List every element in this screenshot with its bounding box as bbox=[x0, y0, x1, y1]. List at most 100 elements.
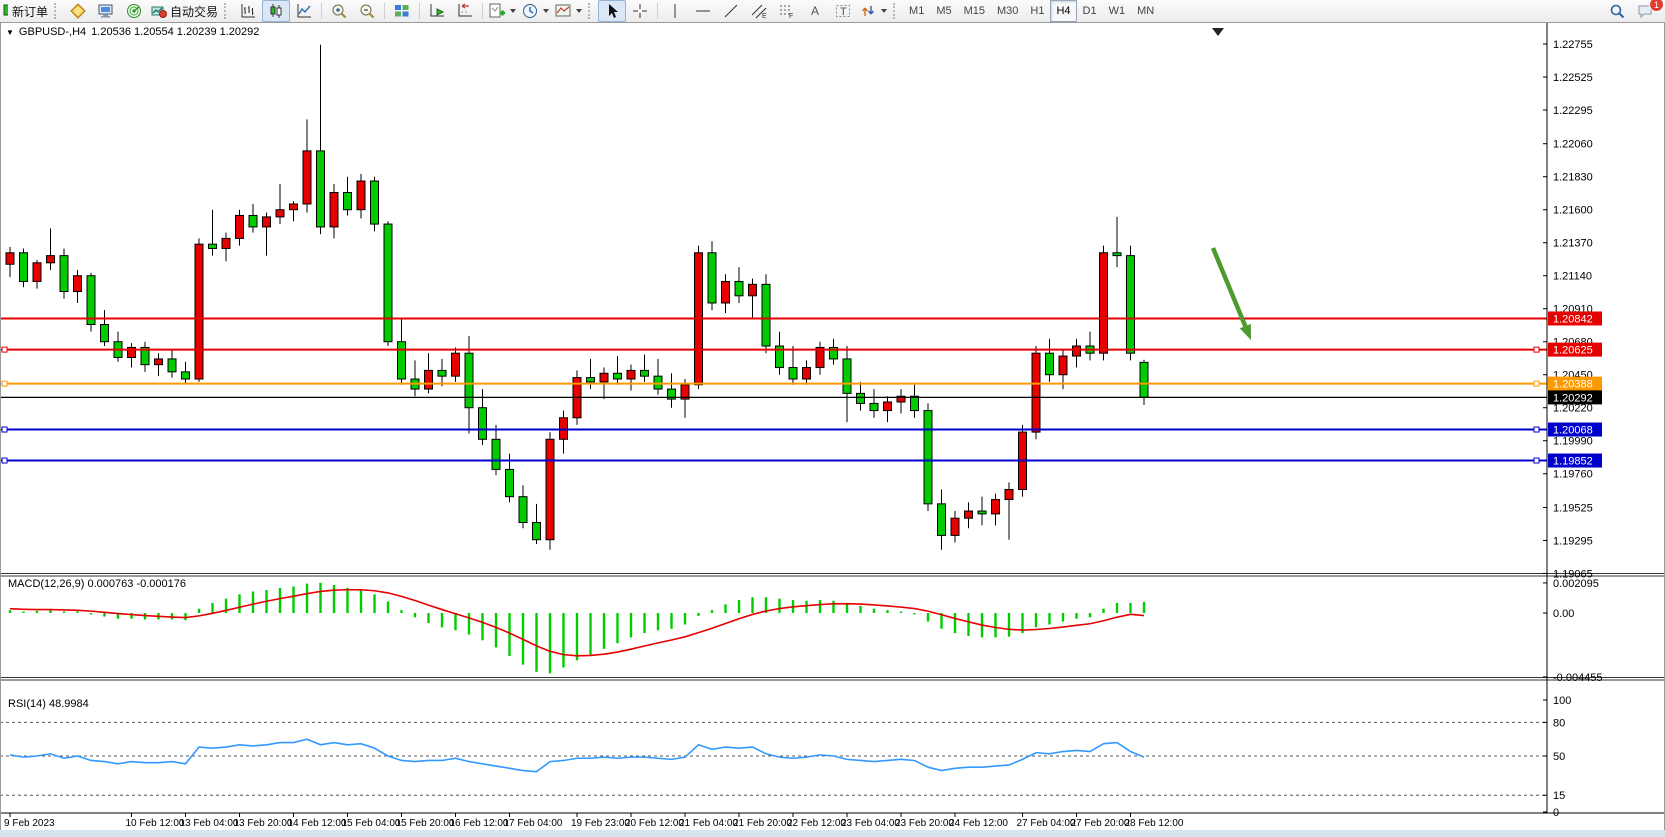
terminal-icon bbox=[98, 3, 114, 19]
autotrading-label: 自动交易 bbox=[170, 3, 218, 20]
chart-title-ohlc: 1.20536 1.20554 1.20239 1.20292 bbox=[91, 26, 259, 38]
cursor-button[interactable] bbox=[598, 0, 626, 22]
svg-text:23 Feb 04:00: 23 Feb 04:00 bbox=[841, 818, 900, 829]
search-button[interactable] bbox=[1603, 0, 1631, 22]
candlestick-icon bbox=[268, 3, 284, 19]
metaeditor-icon bbox=[70, 3, 86, 19]
vertical-line-icon bbox=[667, 3, 683, 19]
timeframe-D1[interactable]: D1 bbox=[1077, 0, 1103, 22]
svg-text:27 Feb 04:00: 27 Feb 04:00 bbox=[1017, 818, 1076, 829]
svg-text:80: 80 bbox=[1553, 717, 1565, 729]
mt4-window: { "toolbar": { "new_order_label": "新订单",… bbox=[0, 0, 1665, 837]
chart-title[interactable]: ▼ GBPUSD-,H4 1.20536 1.20554 1.20239 1.2… bbox=[6, 26, 259, 38]
auto-scroll-icon bbox=[429, 3, 445, 19]
toolbar-grip bbox=[588, 3, 595, 19]
zoom-out-button[interactable] bbox=[353, 0, 381, 22]
autotrading-icon bbox=[151, 3, 167, 19]
toolbar-separator bbox=[321, 3, 322, 19]
svg-text:0: 0 bbox=[1553, 807, 1559, 819]
tile-windows-button[interactable] bbox=[388, 0, 416, 22]
equidistant-channel-button[interactable]: E bbox=[745, 0, 773, 22]
svg-text:1.20388: 1.20388 bbox=[1553, 379, 1593, 391]
svg-text:24 Feb 12:00: 24 Feb 12:00 bbox=[949, 818, 1008, 829]
arrows-button[interactable] bbox=[857, 0, 890, 22]
chart-shift-button[interactable] bbox=[451, 0, 479, 22]
strategy-tester-button[interactable] bbox=[120, 0, 148, 22]
toolbar-separator bbox=[419, 3, 420, 19]
svg-text:1.20220: 1.20220 bbox=[1553, 403, 1593, 415]
svg-text:21 Feb 20:00: 21 Feb 20:00 bbox=[733, 818, 792, 829]
line-chart-icon bbox=[296, 3, 312, 19]
zoom-in-button[interactable] bbox=[325, 0, 353, 22]
svg-text:0.002095: 0.002095 bbox=[1553, 578, 1599, 590]
svg-text:1.19990: 1.19990 bbox=[1553, 436, 1593, 448]
svg-text:A: A bbox=[811, 4, 819, 18]
periods-button[interactable] bbox=[519, 0, 552, 22]
fibonacci-button[interactable]: F bbox=[773, 0, 801, 22]
text-label-button[interactable]: T bbox=[829, 0, 857, 22]
text-label-icon: T bbox=[835, 3, 851, 19]
svg-text:1.22525: 1.22525 bbox=[1553, 72, 1593, 84]
chart-menu-icon[interactable]: ▼ bbox=[6, 28, 14, 37]
crosshair-button[interactable] bbox=[626, 0, 654, 22]
timeframe-M5[interactable]: M5 bbox=[930, 0, 957, 22]
svg-text:23 Feb 20:00: 23 Feb 20:00 bbox=[895, 818, 954, 829]
timeframe-W1[interactable]: W1 bbox=[1103, 0, 1132, 22]
svg-text:21 Feb 04:00: 21 Feb 04:00 bbox=[679, 818, 738, 829]
timeframe-H1[interactable]: H1 bbox=[1024, 0, 1050, 22]
dropdown-caret bbox=[543, 9, 549, 13]
toolbar-separator bbox=[657, 3, 658, 19]
svg-text:1.19295: 1.19295 bbox=[1553, 535, 1593, 547]
chart-shift-icon bbox=[457, 3, 473, 19]
search-icon bbox=[1609, 3, 1625, 19]
timeframe-M30[interactable]: M30 bbox=[991, 0, 1024, 22]
svg-text:1.22060: 1.22060 bbox=[1553, 139, 1593, 151]
notification-badge: 1 bbox=[1649, 0, 1664, 12]
new-order-icon bbox=[0, 2, 8, 20]
timeframe-M1[interactable]: M1 bbox=[903, 0, 930, 22]
templates-icon bbox=[555, 3, 571, 19]
timeframe-H4[interactable]: H4 bbox=[1050, 0, 1076, 22]
timeframe-M15[interactable]: M15 bbox=[958, 0, 991, 22]
new-order-button[interactable]: 新订单 bbox=[9, 0, 51, 22]
svg-text:F: F bbox=[789, 13, 793, 19]
candlestick-type-button[interactable] bbox=[262, 0, 290, 22]
metaeditor-button[interactable] bbox=[64, 0, 92, 22]
strategy-tester-icon bbox=[126, 3, 142, 19]
trendline-button[interactable] bbox=[717, 0, 745, 22]
svg-text:1.22755: 1.22755 bbox=[1553, 39, 1593, 51]
dropdown-caret bbox=[881, 9, 887, 13]
line-chart-type-button[interactable] bbox=[290, 0, 318, 22]
toolbar-separator bbox=[384, 3, 385, 19]
terminal-button[interactable] bbox=[92, 0, 120, 22]
text-icon: A bbox=[807, 3, 823, 19]
autotrading-button[interactable]: 自动交易 bbox=[148, 0, 221, 22]
indicators-button[interactable] bbox=[486, 0, 519, 22]
svg-text:27 Feb 20:00: 27 Feb 20:00 bbox=[1071, 818, 1130, 829]
new-order-label: 新订单 bbox=[12, 3, 48, 20]
text-button[interactable]: A bbox=[801, 0, 829, 22]
arrows-icon bbox=[860, 3, 876, 19]
bar-chart-type-button[interactable] bbox=[234, 0, 262, 22]
svg-text:17 Feb 04:00: 17 Feb 04:00 bbox=[504, 818, 563, 829]
svg-text:15: 15 bbox=[1553, 790, 1565, 802]
svg-text:1.19760: 1.19760 bbox=[1553, 469, 1593, 481]
chart-canvas[interactable]: 1.227551.225251.222951.220601.218301.216… bbox=[0, 22, 1665, 837]
timeframe-MN[interactable]: MN bbox=[1131, 0, 1160, 22]
auto-scroll-button[interactable] bbox=[423, 0, 451, 22]
horizontal-line-button[interactable] bbox=[689, 0, 717, 22]
zoom-out-icon bbox=[359, 3, 375, 19]
svg-text:14 Feb 12:00: 14 Feb 12:00 bbox=[288, 818, 347, 829]
svg-text:T: T bbox=[840, 6, 847, 18]
svg-text:16 Feb 12:00: 16 Feb 12:00 bbox=[450, 818, 509, 829]
notifications-button[interactable]: 1 bbox=[1631, 0, 1659, 22]
svg-text:13 Feb 20:00: 13 Feb 20:00 bbox=[234, 818, 293, 829]
toolbar-grip bbox=[224, 3, 231, 19]
indicators-icon bbox=[489, 3, 505, 19]
zoom-in-icon bbox=[331, 3, 347, 19]
templates-button[interactable] bbox=[552, 0, 585, 22]
svg-text:15 Feb 20:00: 15 Feb 20:00 bbox=[396, 818, 455, 829]
vertical-line-button[interactable] bbox=[661, 0, 689, 22]
svg-text:1.21370: 1.21370 bbox=[1553, 238, 1593, 250]
svg-text:E: E bbox=[762, 13, 767, 19]
